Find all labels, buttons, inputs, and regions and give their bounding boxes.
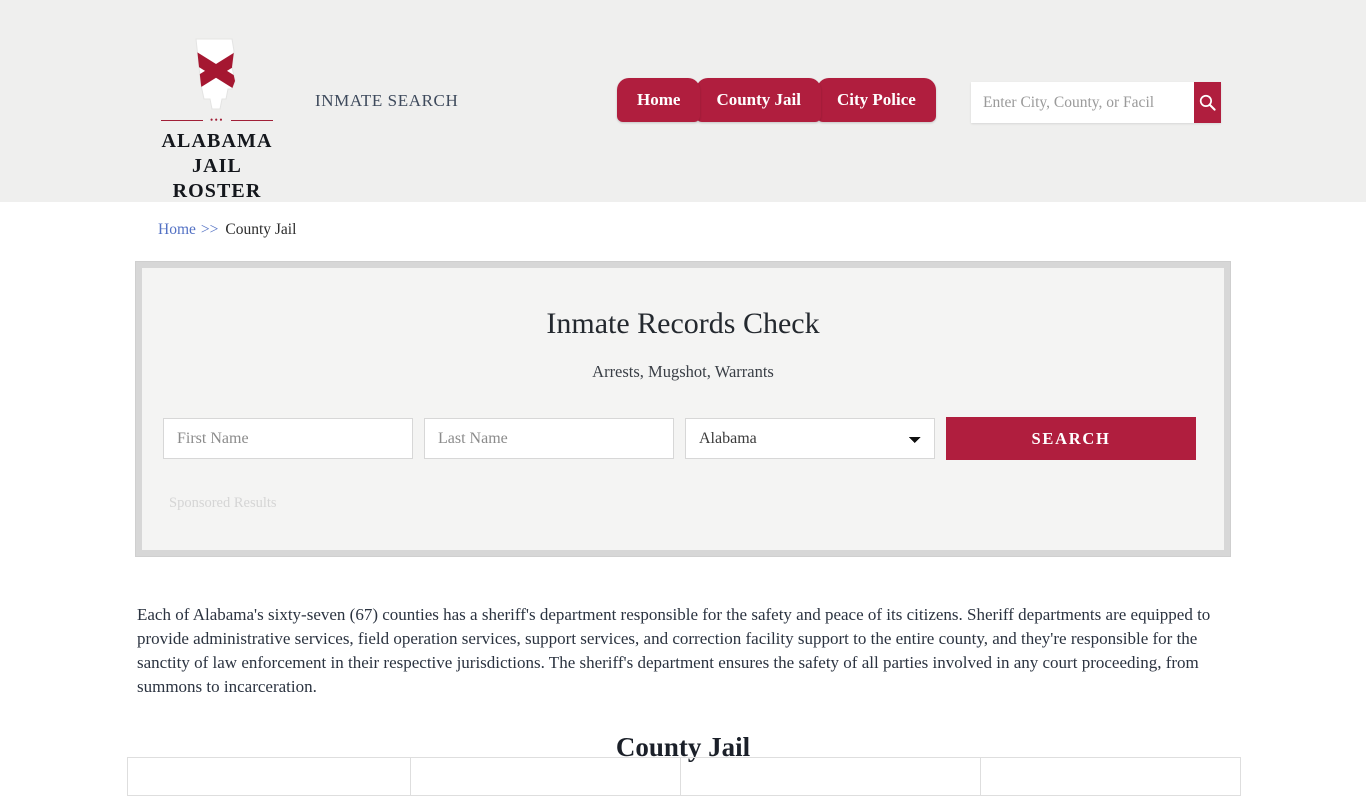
main-navigation: Home County Jail City Police [617,78,936,122]
table-cell[interactable] [680,757,981,796]
sponsored-results-label: Sponsored Results [169,495,277,512]
brand-dots: ••• [210,115,224,125]
site-logo[interactable]: ••• ALABAMA JAIL ROSTER [152,36,282,204]
breadcrumb: Home >> County Jail [158,221,296,239]
first-name-input[interactable] [163,418,413,460]
site-header: ••• ALABAMA JAIL ROSTER INMATE SEARCH Ho… [0,0,1366,202]
inmate-search-card: Inmate Records Check Arrests, Mugshot, W… [135,261,1231,557]
last-name-input[interactable] [424,418,674,460]
brand-name-line1: ALABAMA [161,130,273,152]
header-inner: ••• ALABAMA JAIL ROSTER INMATE SEARCH Ho… [0,0,1366,202]
nav-tab-home[interactable]: Home [617,78,701,122]
county-jail-table [127,757,1241,796]
alabama-state-flag-logo-icon [152,36,282,114]
breadcrumb-separator: >> [200,221,219,238]
table-cell[interactable] [127,757,411,796]
breadcrumb-link-home[interactable]: Home [158,221,196,238]
card-title: Inmate Records Check [546,307,820,340]
search-icon [1199,94,1216,111]
brand-name-line2: JAIL ROSTER [172,155,262,202]
header-search-input[interactable] [971,82,1194,123]
table-row[interactable] [127,757,1241,796]
breadcrumb-current: County Jail [225,221,297,238]
state-select[interactable]: Alabama [685,418,935,460]
intro-paragraph: Each of Alabama's sixty-seven (67) count… [137,605,1211,696]
inmate-search-form: Alabama SEARCH [142,417,1224,461]
table-cell[interactable] [410,757,681,796]
header-search [971,82,1221,123]
header-search-button[interactable] [1194,82,1221,123]
search-button[interactable]: SEARCH [946,417,1196,461]
card-subtitle: Arrests, Mugshot, Warrants [592,362,774,382]
nav-tab-county-jail[interactable]: County Jail [696,78,821,122]
brand-divider: ••• [161,116,273,125]
table-cell[interactable] [980,757,1241,796]
nav-tab-city-police[interactable]: City Police [816,78,936,122]
header-tagline: INMATE SEARCH [315,91,459,110]
